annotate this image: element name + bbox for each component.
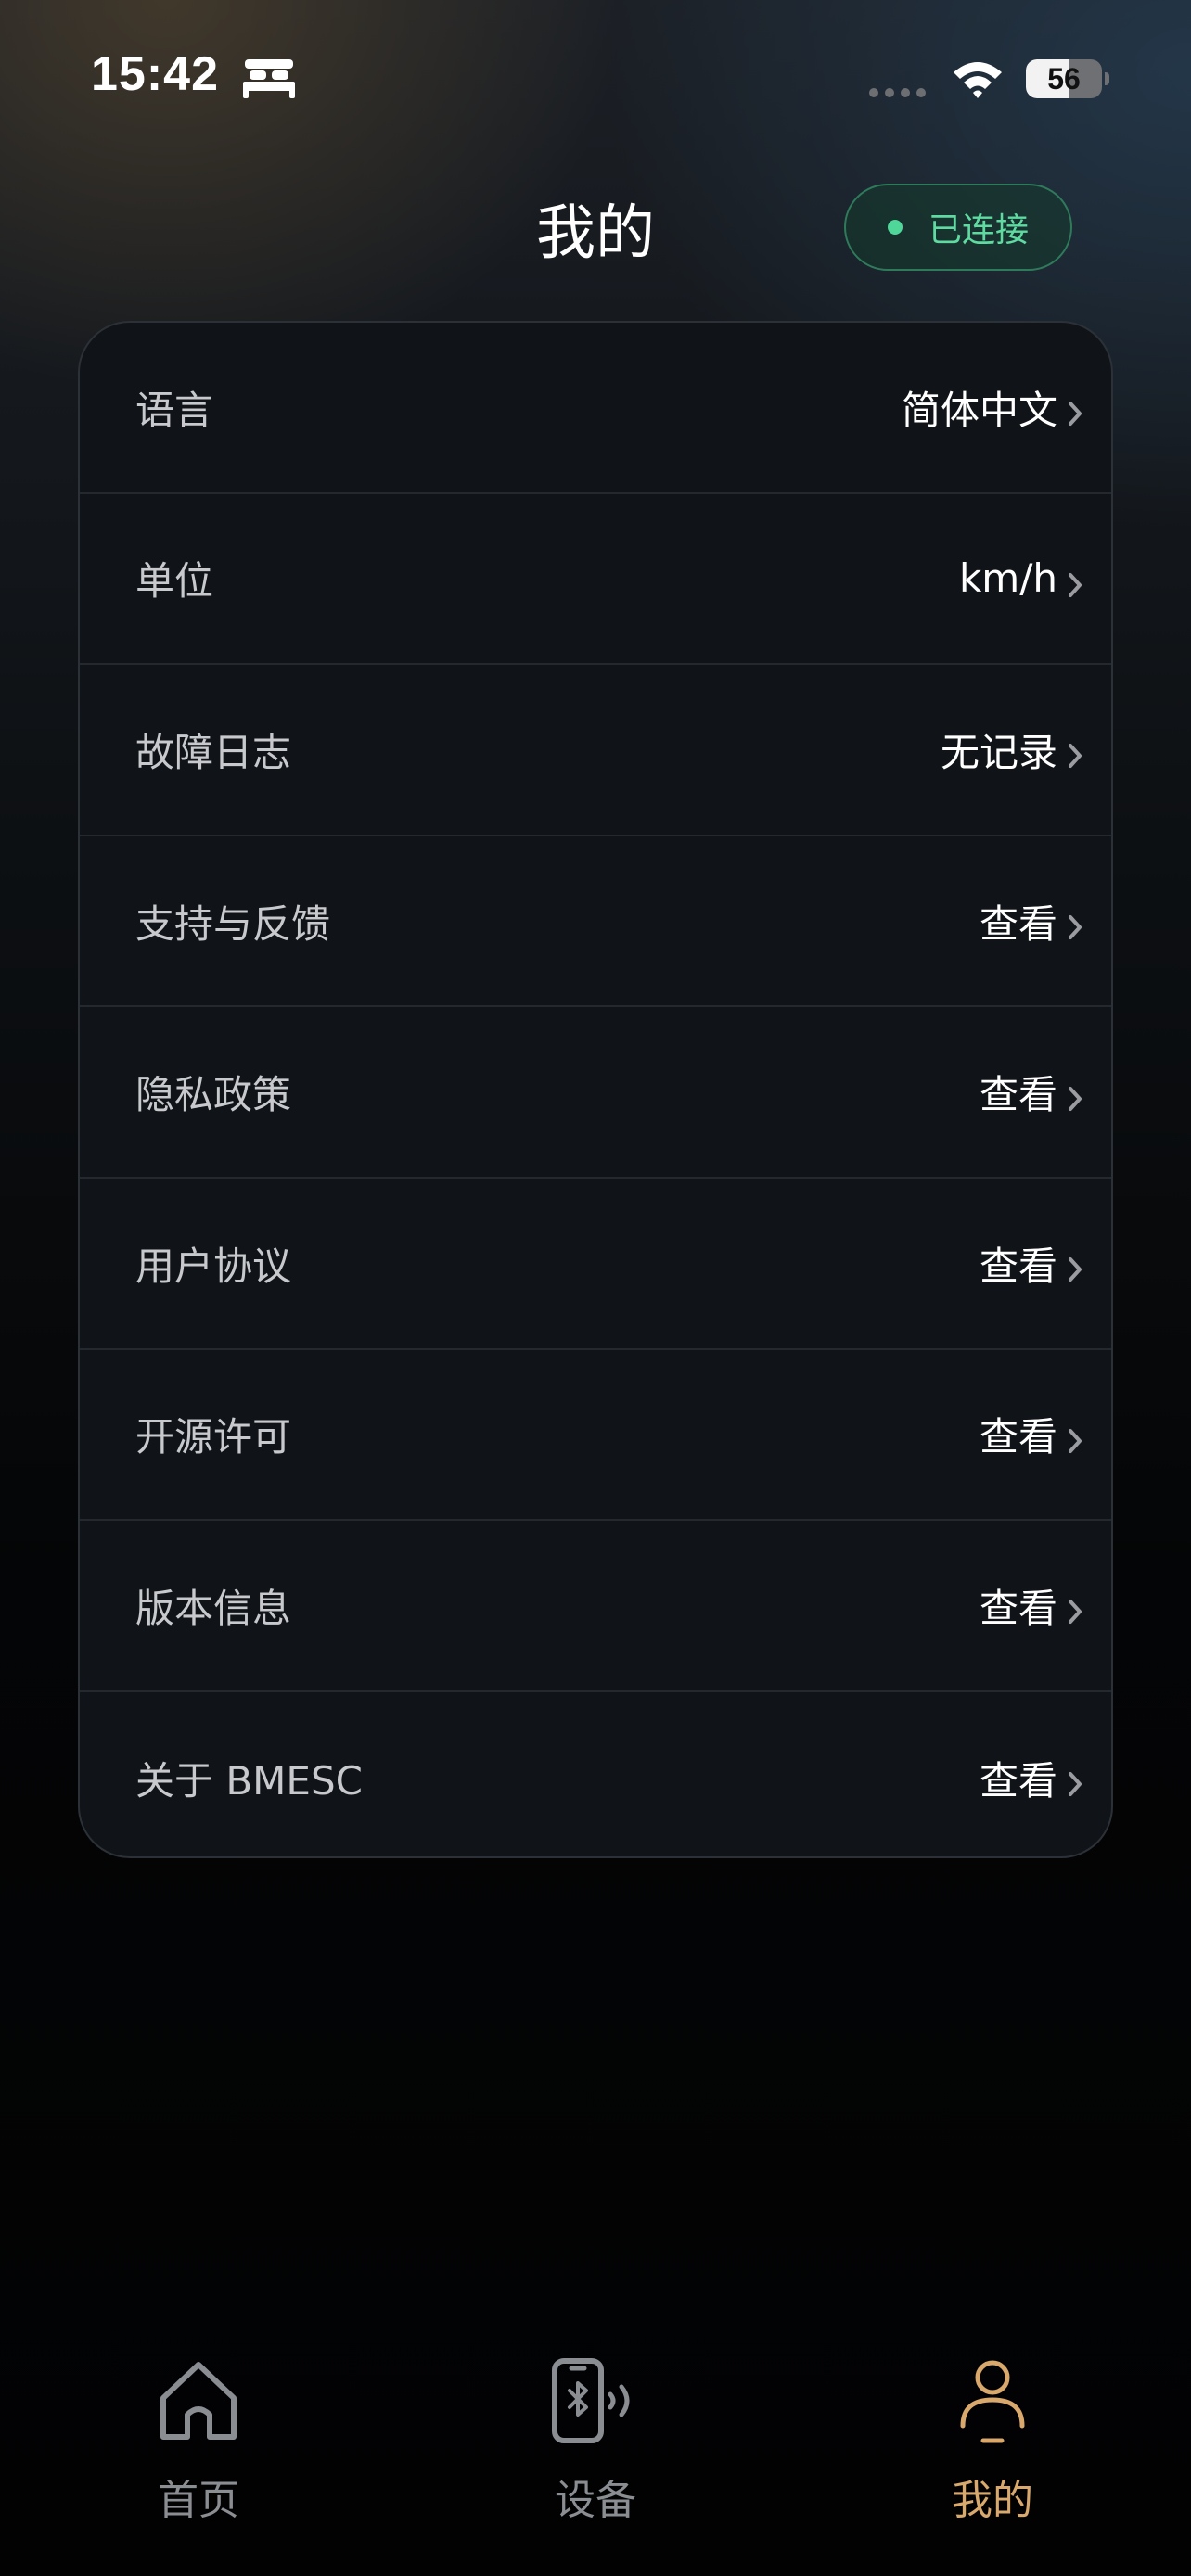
settings-row-value: 查看: [979, 1585, 1057, 1631]
settings-row-value: 查看: [979, 1243, 1057, 1289]
settings-row-label: 开源许可: [135, 1414, 292, 1460]
settings-row-label: 版本信息: [135, 1585, 292, 1631]
settings-row-support-feedback[interactable]: 支持与反馈 查看: [80, 836, 1111, 1008]
tab-label: 首页: [158, 2477, 239, 2524]
settings-row-version-info[interactable]: 版本信息 查看: [80, 1521, 1111, 1692]
tab-home[interactable]: 首页: [106, 2337, 291, 2524]
wifi-icon: [954, 62, 1002, 98]
cellular-signal-icon: [869, 88, 926, 97]
tab-label: 设备: [555, 2477, 636, 2524]
settings-row-language[interactable]: 语言 简体中文: [80, 323, 1111, 494]
settings-row-unit[interactable]: 单位 km/h: [80, 494, 1111, 666]
battery-level: 56: [1047, 62, 1081, 96]
chevron-right-icon: [1069, 572, 1082, 597]
settings-row-open-source-licenses[interactable]: 开源许可 查看: [80, 1350, 1111, 1522]
chevron-right-icon: [1069, 402, 1082, 427]
settings-row-label: 隐私政策: [135, 1072, 292, 1118]
chevron-right-icon: [1069, 1086, 1082, 1111]
profile-screen: 15:42 56 我的 已连接 语言 简体中文 单位 km/h 故障日志 无记录…: [0, 0, 1191, 2576]
settings-row-label: 故障日志: [135, 729, 292, 775]
battery-indicator: 56: [1026, 59, 1109, 98]
status-bar: 15:42 56: [0, 0, 1191, 158]
settings-row-value: 查看: [979, 1414, 1057, 1460]
battery-cap: [1105, 72, 1109, 85]
settings-row-privacy-policy[interactable]: 隐私政策 查看: [80, 1007, 1111, 1179]
chevron-right-icon: [1069, 1428, 1082, 1453]
chevron-right-icon: [1069, 1600, 1082, 1625]
chevron-right-icon: [1069, 1257, 1082, 1282]
settings-row-value: 查看: [979, 1072, 1057, 1118]
settings-row-label: 用户协议: [135, 1243, 292, 1289]
settings-row-value: 查看: [979, 900, 1057, 947]
settings-row-value: 查看: [979, 1757, 1057, 1804]
settings-row-user-agreement[interactable]: 用户协议 查看: [80, 1179, 1111, 1350]
tab-devices[interactable]: 设备: [503, 2337, 688, 2524]
connection-status-badge[interactable]: 已连接: [844, 184, 1072, 271]
bluetooth-phone-icon: [552, 2358, 630, 2443]
tab-label: 我的: [952, 2477, 1033, 2524]
connection-status-text: 已连接: [928, 211, 1029, 249]
settings-row-fault-log[interactable]: 故障日志 无记录: [80, 665, 1111, 836]
settings-row-label: 支持与反馈: [135, 900, 331, 947]
tab-bar: 首页 设备 我的: [0, 2337, 1191, 2576]
settings-row-label: 关于 BMESC: [135, 1757, 363, 1804]
home-icon: [160, 2362, 237, 2440]
settings-row-label: 单位: [135, 558, 214, 605]
status-time: 15:42: [91, 47, 219, 101]
settings-row-value: 无记录: [940, 729, 1057, 775]
settings-row-label: 语言: [135, 387, 214, 433]
chevron-right-icon: [1069, 915, 1082, 940]
chevron-right-icon: [1069, 744, 1082, 769]
settings-row-value: 简体中文: [901, 387, 1057, 433]
connection-dot-icon: [887, 220, 903, 235]
settings-list: 语言 简体中文 单位 km/h 故障日志 无记录 支持与反馈 查看 隐私政策 查…: [78, 321, 1113, 1858]
settings-row-about[interactable]: 关于 BMESC 查看: [80, 1692, 1111, 1856]
battery-body: 56: [1026, 59, 1102, 98]
tab-profile[interactable]: 我的: [900, 2337, 1085, 2524]
bed-icon: [243, 59, 295, 98]
settings-row-value: km/h: [958, 555, 1057, 602]
chevron-right-icon: [1069, 1772, 1082, 1797]
user-icon: [960, 2360, 1025, 2443]
